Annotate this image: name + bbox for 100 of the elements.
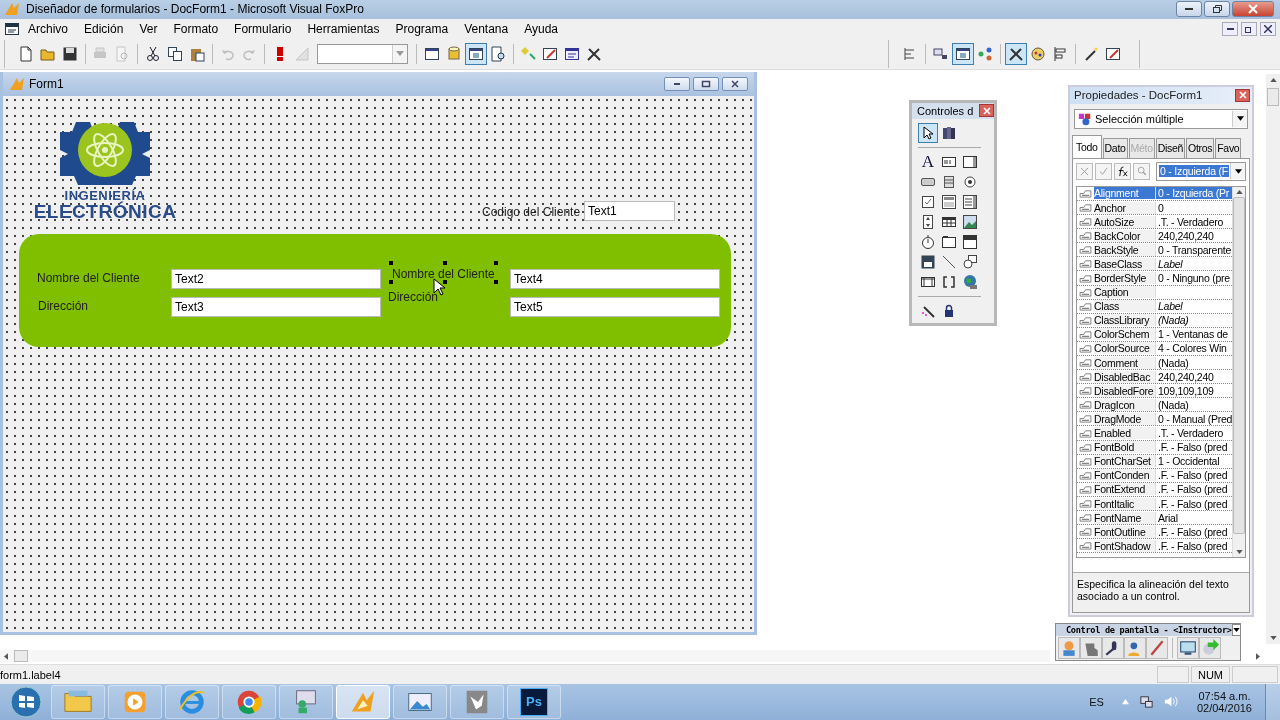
property-name: BackStyle <box>1094 243 1156 256</box>
property-name: BorderStyle <box>1094 272 1156 284</box>
palette-title: Controles d <box>917 104 974 117</box>
field-label[interactable]: Codigo del Cliente <box>482 204 581 219</box>
property-name: Anchor <box>1094 201 1156 214</box>
property-name: ClassLibrary <box>1094 314 1156 327</box>
tab[interactable]: Diseñ <box>1155 137 1186 158</box>
property-row[interactable]: DisabledFore 109,109,109 <box>1077 384 1233 399</box>
property-value: .F. - Falso (pred <box>1157 497 1229 510</box>
text-field[interactable]: Text4 <box>510 268 720 289</box>
toolbar-title: Control de pantalla - <Instructor> <box>1066 624 1232 635</box>
property-name: Class <box>1094 300 1156 313</box>
menu-item[interactable]: Formato <box>165 21 227 36</box>
property-row[interactable]: Anchor 0 <box>1077 201 1233 216</box>
property-value: .T. - Verdadero <box>1157 427 1225 440</box>
property-row[interactable]: FontItalic .F. - Falso (pred <box>1077 496 1233 512</box>
property-value: 0 - Ninguno (pre <box>1157 272 1231 284</box>
menu-item[interactable]: Ver <box>131 21 166 36</box>
menu-item[interactable]: Herramientas <box>299 21 388 36</box>
property-value: 0 <box>1157 201 1165 214</box>
property-row[interactable]: BaseClass Label <box>1077 257 1233 272</box>
property-row[interactable]: BorderStyle 0 - Ninguno (pre <box>1077 271 1233 286</box>
property-row[interactable]: ColorSource 4 - Colores Win <box>1077 341 1233 356</box>
tab[interactable]: Otros <box>1186 137 1215 158</box>
property-description: Especifica la alineación del texto asociado a un control. <box>1073 571 1249 612</box>
language-indicator[interactable]: ES <box>1089 696 1104 708</box>
property-name: FontShadow <box>1094 539 1156 552</box>
property-value: .F. - Falso (pred <box>1157 483 1229 496</box>
property-row[interactable]: FontCharSet 1 - Occidental <box>1077 454 1233 469</box>
property-name: Comment <box>1094 356 1156 369</box>
property-value: 0 - Manual (Pred <box>1157 412 1233 425</box>
property-row[interactable]: Alignment 0 - Izquierda (Pr <box>1077 186 1233 201</box>
menu-item[interactable]: Formulario <box>226 21 300 36</box>
property-row[interactable]: AutoSize .T. - Verdadero <box>1077 215 1233 230</box>
menu-item[interactable]: Ventana <box>456 21 517 36</box>
property-row[interactable]: FontBold .F. - Falso (pred <box>1077 440 1233 455</box>
property-row[interactable]: FontName Arial <box>1077 511 1233 526</box>
property-row[interactable]: DragMode 0 - Manual (Pred <box>1077 412 1233 427</box>
property-row[interactable]: ColorSchem 1 - Ventanas de <box>1077 327 1233 342</box>
property-value: (Nada) <box>1157 398 1190 411</box>
property-name: DragMode <box>1094 412 1156 425</box>
property-value: .F. - Falso (pred <box>1157 441 1229 454</box>
property-row[interactable]: FontOutline .F. - Falso (pred <box>1077 525 1233 540</box>
property-name: DragIcon <box>1094 398 1156 411</box>
property-value: .F. - Falso (pred <box>1157 469 1229 482</box>
property-value: 240,240,240 <box>1157 370 1215 383</box>
property-value: .F. - Falso (pred <box>1157 525 1229 538</box>
property-name: DisabledFore <box>1094 384 1156 397</box>
property-value: 0 - Transparente <box>1157 243 1233 256</box>
property-name: FontExtend <box>1094 483 1156 496</box>
menu-item[interactable]: Archivo <box>20 21 76 36</box>
property-value: .F. - Falso (pred <box>1157 539 1229 552</box>
property-value: (Nada) <box>1157 314 1190 327</box>
object-dropdown[interactable]: Selección múltiple <box>1074 108 1248 129</box>
property-row[interactable]: DragIcon (Nada) <box>1077 398 1233 413</box>
property-name: Alignment <box>1094 187 1156 200</box>
label-tool-button[interactable]: A <box>918 151 938 172</box>
field-label[interactable]: Nombre del Cliente <box>37 270 140 285</box>
property-value: 240,240,240 <box>1157 229 1215 242</box>
field-label[interactable]: Nombre del Cliente <box>389 260 498 284</box>
property-name: FontConden <box>1094 469 1156 482</box>
property-row[interactable]: Caption <box>1077 285 1233 300</box>
field-label[interactable]: Dirección <box>38 298 88 313</box>
property-row[interactable]: BackColor 240,240,240 <box>1077 229 1233 244</box>
photoshop-taskbar-button[interactable]: Ps <box>507 685 561 719</box>
property-row[interactable]: FontExtend .F. - Falso (pred <box>1077 482 1233 497</box>
property-name: Enabled <box>1094 427 1156 440</box>
text-field[interactable]: Text3 <box>171 296 381 317</box>
property-value: 1 - Occidental <box>1157 455 1221 468</box>
property-row[interactable]: Comment (Nada) <box>1077 356 1233 371</box>
property-value: .T. - Verdadero <box>1157 215 1225 228</box>
property-name: FontItalic <box>1094 497 1156 510</box>
menu-item[interactable]: Programa <box>387 21 457 36</box>
text-field[interactable]: Text2 <box>171 268 381 289</box>
tab[interactable]: Todo <box>1072 134 1102 158</box>
property-row[interactable]: DisabledBac 240,240,240 <box>1077 370 1233 385</box>
property-value: Arial <box>1157 511 1179 524</box>
text-field[interactable]: Text5 <box>510 296 720 317</box>
tab[interactable]: Dato <box>1102 137 1128 158</box>
menu-item[interactable]: Ayuda <box>516 21 566 36</box>
text-field[interactable]: Text1 <box>584 200 675 221</box>
menu-item[interactable]: Edición <box>76 21 132 36</box>
property-name: FontName <box>1094 511 1156 524</box>
property-row[interactable]: Enabled .T. - Verdadero <box>1077 426 1233 441</box>
tab[interactable]: Favo <box>1215 137 1242 158</box>
property-name: FontCharSet <box>1094 455 1156 468</box>
property-row[interactable]: BackStyle 0 - Transparente <box>1077 243 1233 258</box>
property-value: Label <box>1157 300 1184 313</box>
property-row[interactable]: FontShadow .F. - Falso (pred <box>1077 539 1233 554</box>
clock-time[interactable]: 07:54 a.m. <box>1198 690 1251 702</box>
status-text: form1.label4 <box>0 668 61 681</box>
value-dropdown[interactable]: 0 - Izquierda (F <box>1156 161 1246 181</box>
property-name: AutoSize <box>1094 215 1156 228</box>
property-row[interactable]: Class Label <box>1077 299 1233 314</box>
property-name: FontBold <box>1094 441 1156 454</box>
clock-date[interactable]: 02/04/2016 <box>1196 702 1252 714</box>
property-name: BackColor <box>1094 229 1156 242</box>
property-row[interactable]: FontConden .F. - Falso (pred <box>1077 468 1233 483</box>
property-row[interactable]: ClassLibrary (Nada) <box>1077 313 1233 328</box>
field-label[interactable]: Dirección <box>388 289 438 304</box>
